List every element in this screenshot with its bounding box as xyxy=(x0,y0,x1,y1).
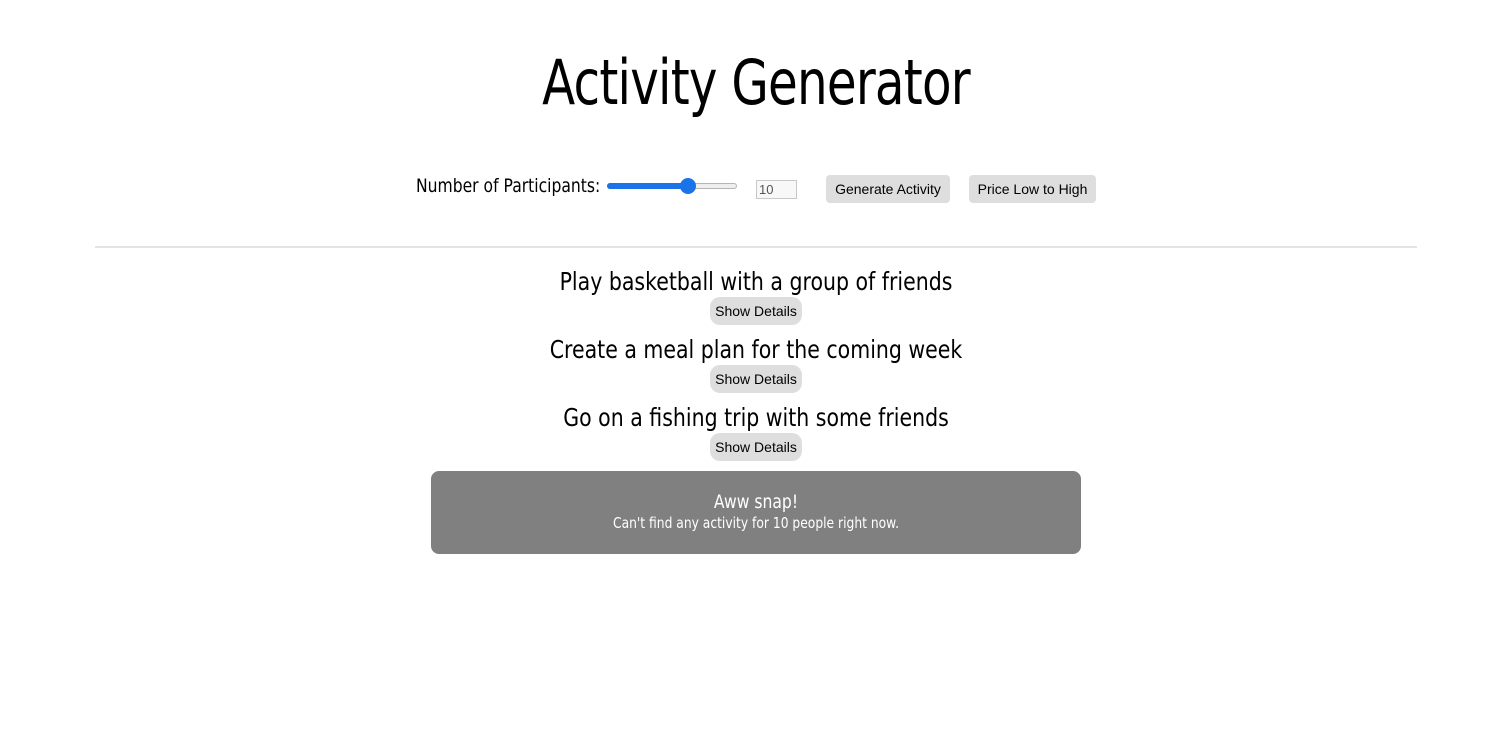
controls-bar: Number of Participants: Generate Activit… xyxy=(0,172,1512,206)
show-details-button[interactable]: Show Details xyxy=(710,297,802,325)
show-details-button[interactable]: Show Details xyxy=(710,433,802,461)
activity-list: Play basketball with a group of friends … xyxy=(0,266,1512,470)
activity-item: Create a meal plan for the coming week S… xyxy=(0,334,1512,402)
alert-box: Aww snap! Can't find any activity for 10… xyxy=(431,471,1081,554)
price-sort-button[interactable]: Price Low to High xyxy=(969,175,1096,203)
generate-activity-button[interactable]: Generate Activity xyxy=(826,175,950,203)
activity-title: Go on a fishing trip with some friends xyxy=(563,403,949,432)
show-details-button[interactable]: Show Details xyxy=(710,365,802,393)
alert-title: Aww snap! xyxy=(713,491,799,513)
activity-item: Go on a fishing trip with some friends S… xyxy=(0,402,1512,470)
participants-label: Number of Participants: xyxy=(416,175,601,197)
activity-title: Create a meal plan for the coming week xyxy=(549,335,963,364)
participants-input[interactable] xyxy=(756,180,797,199)
slider-fill xyxy=(607,183,688,189)
divider xyxy=(95,246,1417,248)
slider-thumb[interactable] xyxy=(680,178,696,194)
activity-title: Play basketball with a group of friends xyxy=(559,267,953,296)
alert-message: Can't find any activity for 10 people ri… xyxy=(612,514,900,532)
page-title: Activity Generator xyxy=(542,46,971,119)
participants-slider[interactable] xyxy=(607,178,737,194)
activity-item: Play basketball with a group of friends … xyxy=(0,266,1512,334)
